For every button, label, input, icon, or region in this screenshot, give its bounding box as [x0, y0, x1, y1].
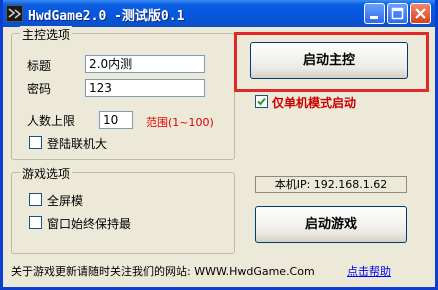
password-input[interactable]: 123 — [85, 79, 205, 97]
title-label: 标题 — [27, 59, 52, 73]
single-mode-label: 仅单机模式启动 — [272, 96, 357, 110]
close-button[interactable] — [410, 3, 431, 24]
title-input[interactable]: 2.0内测 — [85, 55, 205, 73]
minimize-button[interactable] — [364, 3, 385, 24]
maximize-button[interactable] — [387, 3, 408, 24]
window-topmost-checkbox[interactable] — [29, 216, 42, 229]
start-host-button[interactable]: 启动主控 — [250, 42, 408, 79]
footer-notice: 关于游戏更新请随时关注我们的网站: WWW.HwdGame.Com — [11, 265, 315, 278]
fullscreen-label: 全屏模 — [47, 194, 84, 208]
help-link[interactable]: 点击帮助 — [347, 263, 391, 279]
window-topmost-label: 窗口始终保持最 — [47, 217, 132, 231]
max-players-label: 人数上限 — [27, 114, 76, 128]
window-title: HwdGame2.0 -测试版0.1 — [28, 9, 185, 24]
fullscreen-checkbox[interactable] — [29, 193, 42, 206]
login-lobby-label: 登陆联机大 — [47, 137, 108, 151]
app-icon — [6, 5, 23, 22]
range-hint: 范围(1~100) — [146, 116, 214, 129]
start-game-button[interactable]: 启动游戏 — [255, 206, 407, 243]
password-label: 密码 — [27, 82, 52, 96]
game-options-group: 游戏选项 — [11, 165, 235, 254]
game-options-legend: 游戏选项 — [20, 165, 73, 182]
login-lobby-checkbox[interactable] — [29, 136, 42, 149]
title-bar[interactable]: HwdGame2.0 -测试版0.1 — [3, 0, 435, 27]
single-mode-checkbox[interactable] — [255, 95, 268, 108]
max-players-input[interactable]: 10 — [99, 111, 133, 129]
host-options-legend: 主控选项 — [20, 26, 73, 43]
local-ip-display: 本机IP: 192.168.1.62 — [255, 176, 407, 193]
main-window: HwdGame2.0 -测试版0.1 主控选项 标题 2.0内测 密码 123 … — [0, 0, 438, 290]
